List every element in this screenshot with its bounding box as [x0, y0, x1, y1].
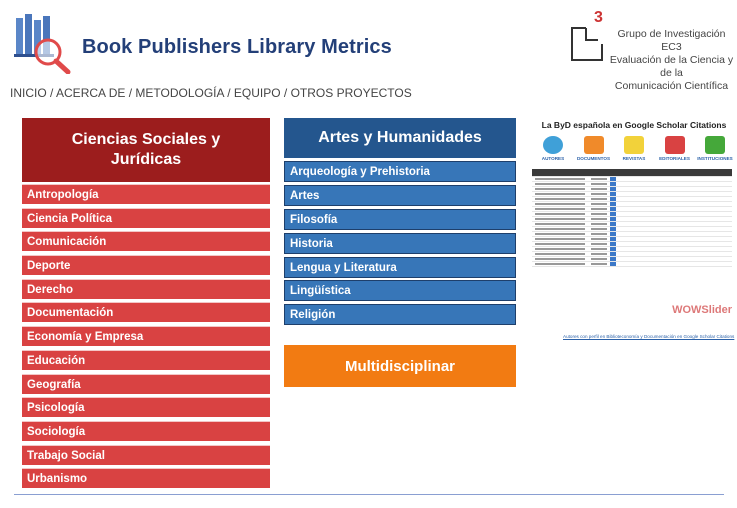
list-item-filosofia[interactable]: Filosofía: [284, 208, 516, 230]
list-item-deporte[interactable]: Deporte: [22, 255, 270, 276]
site-title[interactable]: Book Publishers Library Metrics: [82, 36, 392, 59]
list-item-documentacion[interactable]: Documentación: [22, 302, 270, 323]
list-item-comunicacion[interactable]: Comunicación: [22, 231, 270, 252]
ec3-logo-icon[interactable]: 3: [568, 6, 608, 64]
list-item-trabajo-social[interactable]: Trabajo Social: [22, 444, 270, 465]
nav-separator: /: [280, 86, 291, 100]
list-item-antropologia[interactable]: Antropología: [22, 184, 270, 204]
journals-icon: REVISTAS: [615, 136, 653, 161]
image-slider[interactable]: La ByD española en Google Scholar Citati…: [532, 120, 736, 322]
nav-separator: /: [223, 86, 234, 100]
list-item-religion[interactable]: Religión: [284, 304, 516, 326]
slider-title: La ByD española en Google Scholar Citati…: [541, 120, 727, 130]
social-sciences-header[interactable]: Ciencias Sociales y Jurídicas: [22, 118, 270, 182]
nav-item-inicio[interactable]: INICIO: [10, 86, 47, 100]
books-magnifier-icon[interactable]: [12, 12, 74, 75]
list-item-psicologia[interactable]: Psicología: [22, 397, 270, 418]
list-item-educacion[interactable]: Educación: [22, 349, 270, 370]
list-item-artes[interactable]: Artes: [284, 184, 516, 206]
list-item-ciencia-politica[interactable]: Ciencia Política: [22, 207, 270, 228]
list-item-economia-empresa[interactable]: Economía y Empresa: [22, 326, 270, 347]
institutions-icon: INSTITUCIONES: [696, 136, 734, 161]
list-item-historia[interactable]: Historia: [284, 232, 516, 254]
documents-icon: DOCUMENTOS: [575, 136, 613, 161]
nav-item-acerca-de[interactable]: ACERCA DE: [56, 86, 125, 100]
list-item-geografia[interactable]: Geografía: [22, 373, 270, 394]
humanities-header[interactable]: Artes y Humanidades: [284, 118, 516, 158]
list-item-lengua-literatura[interactable]: Lengua y Literatura: [284, 256, 516, 278]
publishers-icon: EDITORIALES: [656, 136, 694, 161]
nav-item-metodologia[interactable]: METODOLOGÍA: [135, 86, 223, 100]
nav-separator: /: [46, 86, 57, 100]
footer-divider: [14, 494, 724, 495]
slider-caption-link[interactable]: Autores con perfil en Biblioteconomía y …: [563, 334, 734, 339]
main-nav: INICIO / ACERCA DE / METODOLOGÍA / EQUIP…: [10, 86, 412, 100]
list-item-arqueologia[interactable]: Arqueología y Prehistoria: [284, 161, 516, 182]
slider-icon-row: AUTORES DOCUMENTOS REVISTAS EDITORIALES …: [532, 136, 736, 161]
multidisciplinary-button[interactable]: Multidisciplinar: [284, 345, 516, 387]
nav-separator: /: [125, 86, 136, 100]
humanities-list: Arqueología y Prehistoria Artes Filosofí…: [284, 161, 516, 328]
ec3-line-3: Comunicación Científica: [614, 80, 729, 92]
ec3-line-2: Evaluación de la Ciencia y de la: [609, 54, 734, 79]
nav-item-equipo[interactable]: EQUIPO: [234, 86, 281, 100]
list-item-urbanismo[interactable]: Urbanismo: [22, 468, 270, 489]
social-sciences-list: Antropología Ciencia Política Comunicaci…: [22, 184, 270, 492]
ec3-line-1: Grupo de Investigación EC3: [617, 28, 726, 53]
ec3-logo-digit: 3: [594, 9, 603, 26]
list-item-linguistica[interactable]: Lingüística: [284, 280, 516, 302]
research-group-name: Grupo de Investigación EC3 Evaluación de…: [606, 28, 737, 93]
slider-watermark: WOWSlider: [672, 304, 732, 316]
list-item-derecho[interactable]: Derecho: [22, 278, 270, 299]
nav-item-otros-proyectos[interactable]: OTROS PROYECTOS: [291, 86, 412, 100]
list-item-sociologia[interactable]: Sociología: [22, 420, 270, 441]
authors-icon: AUTORES: [534, 136, 572, 161]
slider-table: [532, 169, 732, 267]
